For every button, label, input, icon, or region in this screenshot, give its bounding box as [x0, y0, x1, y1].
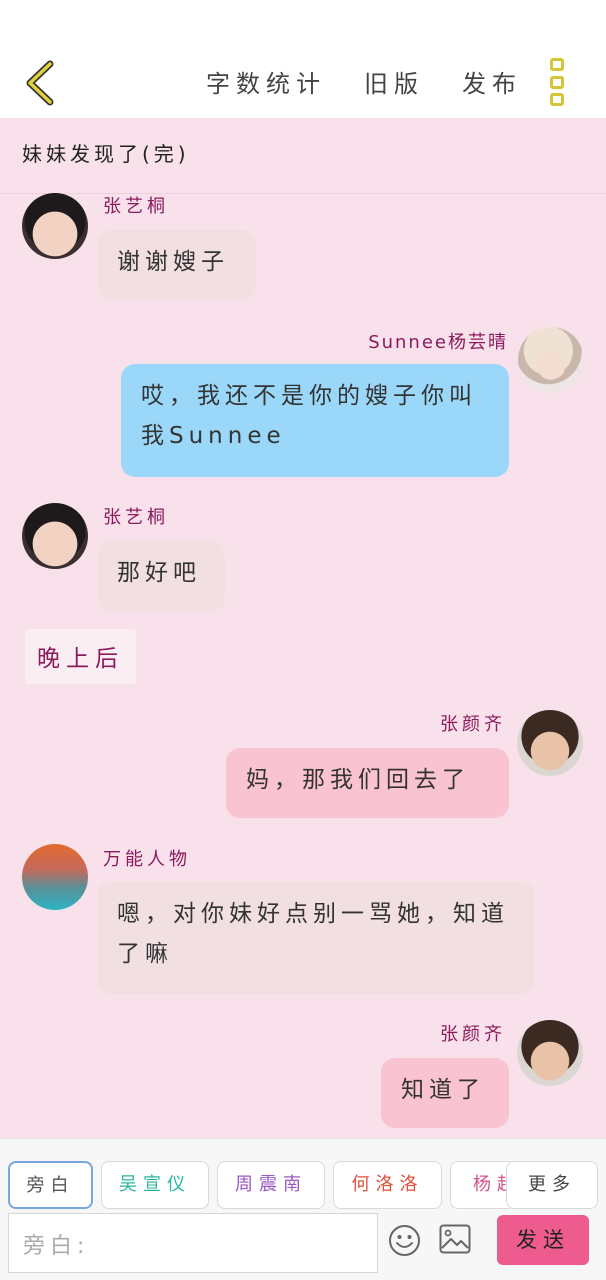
role-chip[interactable]: 吴宣仪 — [101, 1161, 209, 1209]
word-count-button[interactable]: 字数统计 — [206, 64, 326, 99]
publish-button[interactable]: 发布 — [462, 64, 522, 99]
message-bubble[interactable]: 妈，那我们回去了 — [226, 748, 509, 818]
message-bubble[interactable]: 那好吧 — [97, 541, 225, 611]
send-button[interactable]: 发送 — [497, 1215, 589, 1265]
avatar[interactable] — [517, 1020, 583, 1086]
top-bar: 字数统计 旧版 发布 — [0, 0, 606, 118]
sender-name: 张颜齐 — [440, 714, 506, 735]
back-arrow-icon[interactable] — [22, 60, 58, 106]
avatar[interactable] — [22, 503, 88, 569]
chapter-header: 妹妹发现了(完) — [0, 118, 606, 194]
top-actions: 字数统计 旧版 发布 — [206, 64, 522, 99]
avatar[interactable] — [22, 844, 88, 910]
sender-name: 万能人物 — [103, 849, 191, 870]
role-chip[interactable]: 何洛洛 — [333, 1161, 442, 1209]
message-bubble[interactable]: 谢谢嫂子 — [97, 230, 256, 300]
chapter-title[interactable]: 妹妹发现了(完) — [22, 138, 190, 167]
message-bubble[interactable]: 哎，我还不是你的嫂子你叫我Sunnee — [121, 364, 509, 477]
role-chip[interactable]: 周震南 — [217, 1161, 325, 1209]
message-bubble[interactable]: 知道了 — [381, 1058, 509, 1128]
sender-name: 张艺桐 — [103, 196, 169, 217]
image-icon[interactable] — [439, 1224, 471, 1254]
role-chip[interactable]: 杨超 — [450, 1161, 510, 1209]
message-bubble[interactable]: 嗯，对你妹好点别一骂她，知道了嘛 — [97, 882, 535, 994]
message-input[interactable]: 旁白: — [8, 1213, 378, 1273]
sender-name: 张艺桐 — [103, 507, 169, 528]
old-version-button[interactable]: 旧版 — [364, 64, 424, 99]
emoji-icon[interactable] — [388, 1224, 421, 1257]
more-menu-icon[interactable] — [548, 58, 566, 106]
avatar[interactable] — [22, 193, 88, 259]
sender-name: 张颜齐 — [440, 1024, 506, 1045]
role-chip-narrator[interactable]: 旁白 — [8, 1161, 93, 1209]
narration-text[interactable]: 晚上后 — [25, 629, 136, 684]
more-roles-button[interactable]: 更多 — [506, 1161, 598, 1209]
avatar[interactable] — [518, 327, 584, 393]
sender-name: Sunnee杨芸晴 — [368, 332, 508, 353]
avatar[interactable] — [517, 710, 583, 776]
